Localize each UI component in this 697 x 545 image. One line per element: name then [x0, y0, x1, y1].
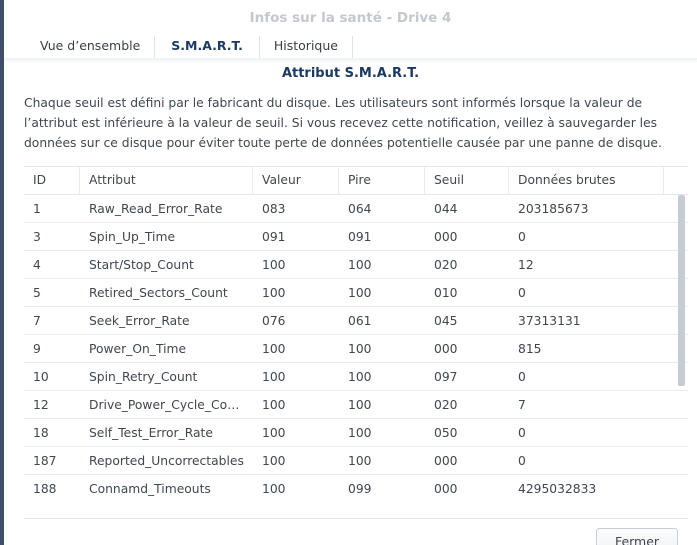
- table-header: ID Attribut Valeur Pire Seuil Données br…: [24, 167, 688, 195]
- column-header-threshold[interactable]: Seuil: [425, 167, 509, 194]
- cell-threshold: 000: [434, 482, 458, 496]
- column-header-value[interactable]: Valeur: [253, 167, 339, 194]
- smart-table: ID Attribut Valeur Pire Seuil Données br…: [24, 166, 688, 502]
- cell-id: 187: [33, 454, 57, 468]
- cell-attribute: Raw_Read_Error_Rate: [89, 202, 223, 216]
- cell-id: 12: [33, 398, 49, 412]
- table-body: 1 Raw_Read_Error_Rate 083 064 044 203185673 3 S…: [24, 195, 688, 502]
- column-header-worst[interactable]: Pire: [339, 167, 425, 194]
- table-row[interactable]: 187 Reported_Uncorrectables 100 100 000 0: [24, 447, 688, 475]
- cell-worst: 100: [348, 426, 372, 440]
- cell-attribute: Seek_Error_Rate: [89, 314, 190, 328]
- footer-divider: [24, 518, 688, 519]
- cell-worst: 100: [348, 370, 372, 384]
- cell-attribute: Spin_Up_Time: [89, 230, 176, 244]
- cell-id: 4: [33, 258, 41, 272]
- cell-value: 091: [262, 230, 286, 244]
- cell-raw-data: 12: [518, 258, 534, 272]
- cell-threshold: 097: [434, 370, 458, 384]
- tab-overview[interactable]: Vue d’ensemble: [26, 36, 156, 58]
- table-row[interactable]: 10 Spin_Retry_Count 100 100 097 0: [24, 363, 688, 391]
- cell-id: 9: [33, 342, 41, 356]
- cell-id: 1: [33, 202, 41, 216]
- cell-raw-data: 0: [518, 230, 526, 244]
- table-row[interactable]: 1 Raw_Read_Error_Rate 083 064 044 203185673: [24, 195, 688, 223]
- cell-raw-data: 815: [518, 342, 542, 356]
- cell-worst: 091: [348, 230, 372, 244]
- cell-attribute: Spin_Retry_Count: [89, 370, 198, 384]
- tab-smart[interactable]: S.M.A.R.T.: [155, 36, 260, 58]
- cell-id: 10: [33, 370, 49, 384]
- content-divider: [4, 58, 697, 64]
- cell-raw-data: 203185673: [518, 202, 589, 216]
- cell-attribute: Connamd_Timeouts: [89, 482, 211, 496]
- cell-worst: 100: [348, 286, 372, 300]
- column-header-raw-data[interactable]: Données brutes: [509, 167, 664, 194]
- cell-value: 083: [262, 202, 286, 216]
- cell-attribute: Start/Stop_Count: [89, 258, 194, 272]
- cell-value: 100: [262, 286, 286, 300]
- cell-threshold: 020: [434, 258, 458, 272]
- health-info-window: Infos sur la santé - Drive 4 Vue d’ensem…: [0, 0, 697, 545]
- cell-id: 18: [33, 426, 49, 440]
- cell-value: 100: [262, 426, 286, 440]
- table-row[interactable]: 188 Connamd_Timeouts 100 099 000 4295032833: [24, 475, 688, 502]
- table-row[interactable]: 7 Seek_Error_Rate 076 061 045 37313131: [24, 307, 688, 335]
- tab-history[interactable]: Historique: [260, 36, 353, 58]
- cell-value: 100: [262, 370, 286, 384]
- cell-raw-data: 0: [518, 426, 526, 440]
- cell-attribute: Power_On_Time: [89, 342, 187, 356]
- cell-value: 076: [262, 314, 286, 328]
- cell-threshold: 020: [434, 398, 458, 412]
- table-row[interactable]: 12 Drive_Power_Cycle_Co… 100 100 020 7: [24, 391, 688, 419]
- cell-threshold: 010: [434, 286, 458, 300]
- cell-raw-data: 4295032833: [518, 482, 597, 496]
- cell-raw-data: 0: [518, 286, 526, 300]
- cell-raw-data: 0: [518, 370, 526, 384]
- tab-bar: Vue d’ensemble S.M.A.R.T. Historique: [4, 36, 697, 58]
- column-header-attribute[interactable]: Attribut: [80, 167, 253, 194]
- cell-raw-data: 0: [518, 454, 526, 468]
- cell-value: 100: [262, 342, 286, 356]
- cell-raw-data: 7: [518, 398, 526, 412]
- cell-worst: 099: [348, 482, 372, 496]
- cell-id: 7: [33, 314, 41, 328]
- cell-worst: 100: [348, 342, 372, 356]
- cell-worst: 100: [348, 398, 372, 412]
- cell-worst: 100: [348, 258, 372, 272]
- section-title: Attribut S.M.A.R.T.: [281, 66, 420, 81]
- cell-value: 100: [262, 482, 286, 496]
- cell-attribute: Retired_Sectors_Count: [89, 286, 228, 300]
- cell-worst: 061: [348, 314, 372, 328]
- cell-threshold: 050: [434, 426, 458, 440]
- description-text: Chaque seuil est défini par le fabricant…: [24, 96, 662, 150]
- cell-raw-data: 37313131: [518, 314, 581, 328]
- cell-value: 100: [262, 258, 286, 272]
- cell-worst: 100: [348, 454, 372, 468]
- column-header-id[interactable]: ID: [24, 167, 80, 194]
- cell-id: 188: [33, 482, 57, 496]
- cell-worst: 064: [348, 202, 372, 216]
- table-row[interactable]: 18 Self_Test_Error_Rate 100 100 050 0: [24, 419, 688, 447]
- cell-attribute: Reported_Uncorrectables: [89, 454, 244, 468]
- cell-threshold: 000: [434, 230, 458, 244]
- table-row[interactable]: 3 Spin_Up_Time 091 091 000 0: [24, 223, 688, 251]
- cell-value: 100: [262, 454, 286, 468]
- title-bar: Infos sur la santé - Drive 4: [4, 0, 697, 36]
- cell-attribute: Drive_Power_Cycle_Co…: [89, 398, 240, 412]
- cell-threshold: 045: [434, 314, 458, 328]
- table-row[interactable]: 5 Retired_Sectors_Count 100 100 010 0: [24, 279, 688, 307]
- table-row[interactable]: 4 Start/Stop_Count 100 100 020 12: [24, 251, 688, 279]
- table-row[interactable]: 9 Power_On_Time 100 100 000 815: [24, 335, 688, 363]
- cell-id: 5: [33, 286, 41, 300]
- cell-attribute: Self_Test_Error_Rate: [89, 426, 213, 440]
- cell-threshold: 000: [434, 342, 458, 356]
- cell-id: 3: [33, 230, 41, 244]
- close-button[interactable]: Fermer: [596, 528, 678, 545]
- cell-threshold: 000: [434, 454, 458, 468]
- window-title: Infos sur la santé - Drive 4: [249, 10, 452, 26]
- cell-value: 100: [262, 398, 286, 412]
- table-scrollbar[interactable]: [678, 195, 685, 386]
- cell-threshold: 044: [434, 202, 458, 216]
